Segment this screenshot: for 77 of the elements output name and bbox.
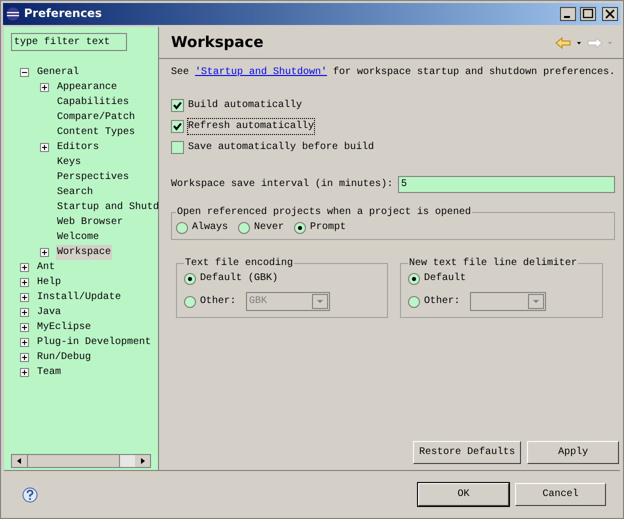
checkbox-label: Refresh automatically <box>188 119 314 134</box>
selected-radio[interactable] <box>408 272 420 284</box>
tree-item[interactable]: Search <box>56 185 94 200</box>
checkbox-label: Build automatically <box>188 98 302 113</box>
radio[interactable] <box>176 222 188 234</box>
checkbox-label: Save automatically before build <box>188 140 374 155</box>
tree-item[interactable]: Content Types <box>56 125 136 140</box>
unchecked-checkbox[interactable] <box>171 141 184 154</box>
intro-text: for workspace startup and shutdown preferences. <box>333 66 616 80</box>
radio[interactable] <box>184 296 196 308</box>
scroll-left-icon[interactable] <box>12 455 27 467</box>
interval-field[interactable]: 5 <box>398 176 616 193</box>
expand-icon[interactable] <box>20 293 29 302</box>
scroll-right-icon[interactable] <box>135 455 150 467</box>
tree-item[interactable]: Team <box>36 365 62 380</box>
group-title: New text file line delimiter <box>408 256 578 271</box>
tree-item[interactable]: Ant <box>36 260 56 275</box>
tree-item[interactable]: Perspectives <box>56 170 130 185</box>
expand-icon[interactable] <box>20 278 29 287</box>
window-title: Preferences <box>24 5 103 22</box>
tree-item[interactable]: Keys <box>56 155 82 170</box>
expand-icon[interactable] <box>20 323 29 332</box>
radio-label: Prompt <box>310 221 346 235</box>
tree-item[interactable]: Java <box>36 305 62 320</box>
dialog-button[interactable]: Restore Defaults <box>413 441 522 464</box>
checked-checkbox[interactable] <box>171 120 184 133</box>
tree-item[interactable]: Plug-in Development <box>36 335 152 350</box>
dialog-button[interactable]: Apply <box>527 441 620 464</box>
radio-label: Default <box>424 272 466 286</box>
expand-icon[interactable] <box>20 308 29 317</box>
minimize-icon[interactable] <box>560 7 576 21</box>
expand-icon[interactable] <box>40 143 49 152</box>
tree-item[interactable]: Workspace <box>56 245 112 260</box>
startup-link[interactable]: 'Startup and Shutdown' <box>195 65 328 80</box>
scrollbar-thumb[interactable] <box>27 455 120 467</box>
help-icon[interactable] <box>22 486 38 502</box>
filter-field[interactable]: type filter text <box>11 33 127 51</box>
close-icon[interactable] <box>602 7 618 21</box>
maximize-icon[interactable] <box>580 7 596 21</box>
radio-label: Always <box>192 220 228 235</box>
radio-label: Default (GBK) <box>200 272 278 286</box>
tree-item[interactable]: Appearance <box>56 80 118 95</box>
expand-icon[interactable] <box>20 263 29 272</box>
app-icon <box>6 7 20 21</box>
collapse-icon[interactable] <box>20 68 29 77</box>
radio[interactable] <box>238 222 250 234</box>
tree-item[interactable]: Startup and Shutd <box>56 200 160 215</box>
radio-label: Other: <box>424 294 460 309</box>
tree-item[interactable]: Install/Update <box>36 290 122 305</box>
tree-item[interactable]: Welcome <box>56 230 100 245</box>
expand-icon[interactable] <box>20 353 29 362</box>
dialog-button[interactable]: OK <box>418 483 509 506</box>
dialog-button[interactable]: Cancel <box>515 483 606 506</box>
checked-checkbox[interactable] <box>171 99 184 112</box>
selected-radio[interactable] <box>294 222 306 234</box>
tree-item[interactable]: Compare/Patch <box>56 110 136 125</box>
tree-item[interactable]: Help <box>36 275 62 290</box>
tree-item[interactable]: Web Browser <box>56 215 124 230</box>
tree-item[interactable]: General <box>36 65 80 80</box>
expand-icon[interactable] <box>40 83 49 92</box>
expand-icon[interactable] <box>20 338 29 347</box>
group-title: Open referenced projects when a project is opened <box>176 206 472 220</box>
intro-text: See <box>171 66 190 80</box>
radio-label: Other: <box>200 294 236 309</box>
page-title: Workspace <box>171 32 265 54</box>
expand-icon[interactable] <box>40 248 49 257</box>
radio[interactable] <box>408 296 420 308</box>
interval-label: Workspace save interval (in minutes): <box>171 178 394 192</box>
tree-item[interactable]: MyEclipse <box>36 320 92 335</box>
group-title: Text file encoding <box>184 256 294 271</box>
selected-radio[interactable] <box>184 272 196 284</box>
tree-item[interactable]: Editors <box>56 140 100 155</box>
tree-item[interactable]: Run/Debug <box>36 350 92 365</box>
tree-item[interactable]: Capabilities <box>56 95 130 110</box>
expand-icon[interactable] <box>20 368 29 377</box>
horizontal-scrollbar[interactable] <box>11 454 151 468</box>
radio-label: Never <box>254 221 284 235</box>
